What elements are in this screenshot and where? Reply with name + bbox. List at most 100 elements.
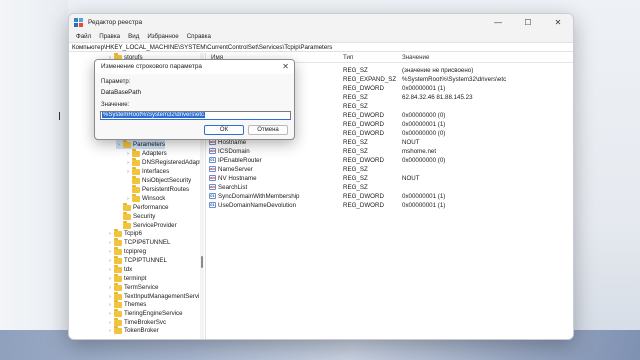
value-row[interactable]: 01 SyncDomainWithMembership REG_DWORD 0x000… bbox=[206, 192, 573, 201]
tree-item[interactable]: › tdx bbox=[107, 265, 132, 274]
chevron-right-icon[interactable]: › bbox=[107, 294, 113, 300]
value-type: REG_EXPAND_SZ bbox=[343, 76, 397, 83]
tree-scrollbar-thumb[interactable] bbox=[201, 256, 203, 268]
close-button[interactable]: ✕ bbox=[543, 14, 573, 31]
address-bar[interactable]: Компьютер\HKEY_LOCAL_MACHINE\SYSTEM\Curr… bbox=[69, 42, 573, 52]
menu-favorites[interactable]: Избранное bbox=[143, 33, 182, 40]
chevron-right-icon[interactable]: › bbox=[125, 169, 131, 175]
column-header-data[interactable]: Значение bbox=[402, 54, 429, 61]
chevron-right-icon[interactable]: › bbox=[125, 160, 131, 166]
tree-item[interactable]: Performance bbox=[116, 203, 168, 212]
value-data: 0x00000001 (1) bbox=[402, 193, 446, 200]
folder-icon bbox=[123, 140, 131, 148]
folder-icon bbox=[114, 292, 122, 300]
cancel-button[interactable]: Отмена bbox=[248, 125, 288, 135]
menu-edit[interactable]: Правка bbox=[95, 33, 124, 40]
value-data-input[interactable]: %SystemRoot%\System32\drivers\etc bbox=[100, 111, 291, 120]
tree-item-label: TCPIPTUNNEL bbox=[124, 257, 167, 264]
chevron-right-icon[interactable]: › bbox=[107, 311, 113, 317]
tree-item-label: Adapters bbox=[142, 150, 167, 157]
chevron-right-icon[interactable]: › bbox=[107, 231, 113, 237]
chevron-right-icon[interactable]: › bbox=[125, 151, 131, 157]
folder-icon bbox=[132, 158, 140, 166]
chevron-right-icon[interactable]: › bbox=[107, 258, 113, 264]
value-row[interactable]: ab NV Hostname REG_SZ NOUT bbox=[206, 174, 573, 183]
chevron-right-icon[interactable]: › bbox=[107, 285, 113, 291]
value-row[interactable]: ab NameServer REG_SZ bbox=[206, 165, 573, 174]
folder-icon bbox=[114, 283, 122, 291]
maximize-button[interactable]: ☐ bbox=[513, 14, 543, 31]
tree-item[interactable]: › Parameters bbox=[116, 140, 165, 149]
menu-file[interactable]: Файл bbox=[72, 33, 95, 40]
tree-item[interactable]: › Winsock bbox=[125, 194, 165, 203]
tree-item[interactable]: › TermService bbox=[107, 283, 158, 292]
menu-help[interactable]: Справка bbox=[183, 33, 215, 40]
tree-item-label: Security bbox=[133, 213, 156, 220]
folder-icon bbox=[114, 274, 122, 282]
value-row[interactable]: ab ICSDomain REG_SZ mshome.net bbox=[206, 147, 573, 156]
folder-icon bbox=[114, 229, 122, 237]
value-type: REG_DWORD bbox=[343, 202, 384, 209]
folder-icon bbox=[114, 256, 122, 264]
chevron-right-icon[interactable]: › bbox=[107, 328, 113, 334]
menu-bar: Файл Правка Вид Избранное Справка bbox=[69, 31, 573, 42]
tree-item-label: terminpt bbox=[124, 275, 147, 282]
tree-item[interactable]: › TieringEngineService bbox=[107, 309, 183, 318]
chevron-right-icon[interactable]: › bbox=[107, 267, 113, 273]
tree-item[interactable]: › Interfaces bbox=[125, 167, 169, 176]
dialog-close-button[interactable]: ✕ bbox=[282, 60, 289, 74]
value-type: REG_SZ bbox=[343, 103, 368, 110]
minimize-button[interactable]: — bbox=[483, 14, 513, 31]
value-name: NameServer bbox=[218, 166, 253, 173]
tree-item[interactable]: › Tcpip6 bbox=[107, 229, 142, 238]
value-type: REG_DWORD bbox=[343, 121, 384, 128]
tree-item-label: TimeBrokerSvc bbox=[124, 319, 167, 326]
folder-icon bbox=[114, 309, 122, 317]
column-header-type[interactable]: Тип bbox=[343, 54, 353, 61]
tree-item[interactable]: PersistentRoutes bbox=[125, 185, 189, 194]
tree-item-label: TextInputManagementServi bbox=[124, 293, 200, 300]
tree-item[interactable]: › TCPIP6TUNNEL bbox=[107, 238, 170, 247]
chevron-right-icon[interactable]: › bbox=[125, 196, 131, 202]
tree-item[interactable]: Security bbox=[116, 212, 155, 221]
chevron-right-icon[interactable]: › bbox=[107, 249, 113, 255]
chevron-right-icon[interactable]: › bbox=[107, 276, 113, 282]
folder-icon bbox=[132, 149, 140, 157]
tree-item[interactable]: › tcpipreg bbox=[107, 247, 146, 256]
tree-item[interactable]: › DNSRegisteredAdapt bbox=[125, 158, 201, 167]
value-type: REG_SZ bbox=[343, 175, 368, 182]
title-bar[interactable]: Редактор реестра — ☐ ✕ bbox=[69, 14, 573, 31]
folder-icon bbox=[114, 238, 122, 246]
value-name: IPEnableRouter bbox=[218, 157, 262, 164]
tree-item[interactable]: › terminpt bbox=[107, 274, 146, 283]
folder-icon bbox=[114, 300, 122, 308]
tree-item[interactable]: › Adapters bbox=[125, 149, 167, 158]
tree-item[interactable]: › Themes bbox=[107, 300, 146, 309]
tree-item-label: Winsock bbox=[142, 195, 166, 202]
text-cursor-icon bbox=[59, 112, 61, 120]
value-row[interactable]: ab SearchList REG_SZ bbox=[206, 183, 573, 192]
ok-button[interactable]: ОК bbox=[204, 125, 244, 135]
folder-icon bbox=[114, 318, 122, 326]
chevron-right-icon[interactable]: › bbox=[107, 302, 113, 308]
value-data: 0x00000001 (1) bbox=[402, 121, 446, 128]
value-type: REG_SZ bbox=[343, 94, 368, 101]
folder-icon bbox=[114, 326, 122, 334]
value-name: ICSDomain bbox=[218, 148, 250, 155]
value-data: (значение не присвоено) bbox=[402, 67, 474, 74]
chevron-right-icon[interactable]: › bbox=[107, 320, 113, 326]
chevron-right-icon[interactable]: › bbox=[116, 142, 122, 148]
tree-item[interactable]: › TCPIPTUNNEL bbox=[107, 256, 167, 265]
folder-icon bbox=[132, 185, 140, 193]
chevron-right-icon[interactable]: › bbox=[107, 240, 113, 246]
value-type: REG_SZ bbox=[343, 67, 368, 74]
value-name: Hostname bbox=[218, 139, 247, 146]
tree-item[interactable]: › TokenBroker bbox=[107, 326, 159, 335]
tree-item-label: DNSRegisteredAdapt bbox=[142, 159, 202, 166]
folder-icon bbox=[114, 265, 122, 273]
value-type: REG_DWORD bbox=[343, 157, 384, 164]
tree-item[interactable]: NsiObjectSecurity bbox=[125, 176, 191, 185]
value-row[interactable]: 01 UseDomainNameDevolution REG_DWORD 0x0000… bbox=[206, 201, 573, 210]
value-row[interactable]: 01 IPEnableRouter REG_DWORD 0x00000000 (0) bbox=[206, 156, 573, 165]
menu-view[interactable]: Вид bbox=[124, 33, 143, 40]
